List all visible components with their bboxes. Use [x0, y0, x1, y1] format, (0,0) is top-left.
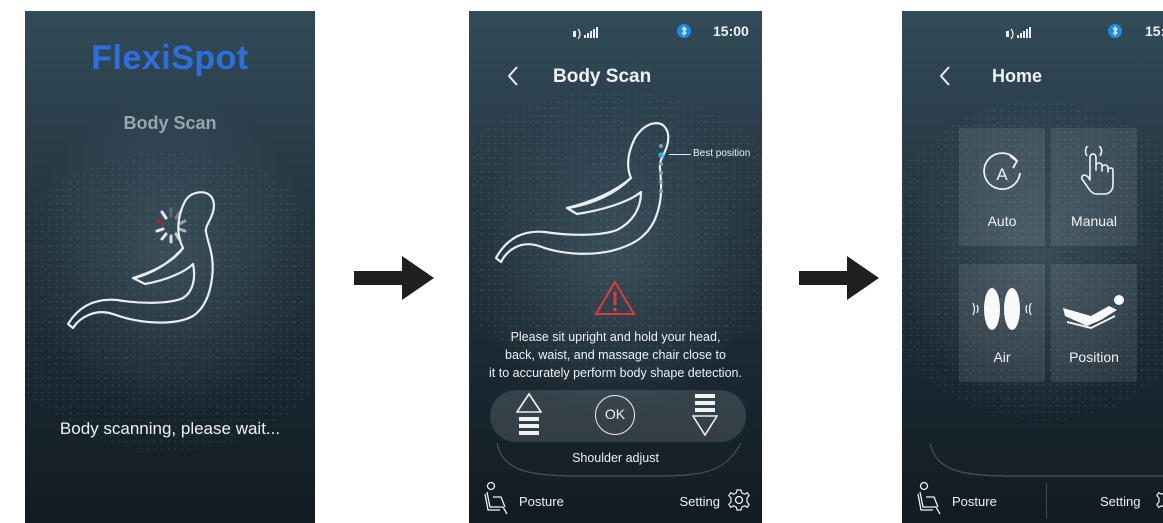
auto-mode-icon: A [983, 152, 1021, 190]
back-chevron-icon[interactable] [506, 65, 520, 87]
ok-label: OK [604, 406, 626, 422]
home-screen: 15:00 Home A Auto Manual Air [902, 11, 1163, 523]
posture-seat-icon [917, 481, 941, 515]
gear-icon [1156, 491, 1163, 509]
shoulder-up-button[interactable] [516, 392, 542, 438]
tile-position[interactable]: Position [1051, 264, 1137, 382]
instruction-line-1: Please sit upright and hold your head, [510, 330, 721, 344]
posture-nav-button[interactable]: Posture [481, 481, 571, 515]
posture-seat-icon [484, 481, 508, 515]
right-arrow-icon [354, 256, 434, 300]
bluetooth-icon [677, 24, 691, 38]
seated-body-outline-icon [66, 191, 216, 330]
bluetooth-icon [1108, 24, 1122, 38]
best-position-label: Best position [693, 148, 751, 159]
svg-text:A: A [996, 165, 1008, 184]
hand-touch-icon [1080, 146, 1114, 195]
status-time: 15:00 [713, 23, 749, 39]
page-title: Home [992, 66, 1043, 86]
signal-strength-icon [573, 27, 598, 39]
status-bar: 15:00 [469, 11, 762, 53]
body-scan-loading-screen: FlexiSpot Body Scan Body scanning, pleas… [25, 11, 315, 523]
air-pressure-icon [972, 288, 1032, 330]
tile-label: Position [1069, 349, 1119, 365]
warning-triangle-icon [594, 280, 636, 315]
posture-label: Posture [519, 494, 564, 509]
shoulder-down-button[interactable] [692, 392, 718, 438]
status-time: 15:00 [1145, 23, 1163, 39]
setting-label: Setting [679, 494, 720, 509]
tile-label: Auto [987, 213, 1017, 229]
instruction-line-3: it to accurately perform body shape dete… [489, 366, 742, 380]
setting-nav-button[interactable]: Setting [660, 481, 750, 515]
page-title: Body Scan [553, 66, 652, 87]
setting-label: Setting [1100, 494, 1141, 509]
shoulder-position-dots [658, 144, 664, 193]
right-arrow-icon [799, 256, 879, 300]
gear-icon [728, 489, 750, 511]
page-title: Body Scan [123, 113, 217, 133]
shoulder-adjust-control: OK [490, 390, 746, 442]
back-chevron-icon[interactable] [938, 65, 952, 87]
instruction-line-2: back, waist, and massage chair close to [505, 348, 726, 362]
tile-label: Air [993, 349, 1011, 365]
brand-logo: FlexiSpot [91, 39, 249, 77]
ok-button[interactable]: OK [595, 395, 635, 435]
recline-position-icon [1063, 295, 1124, 330]
bottom-nav: Posture Setting [902, 473, 1163, 523]
body-scan-adjust-screen: 15:00 Body Scan Best position Please sit… [469, 11, 762, 523]
tile-air[interactable]: Air [959, 264, 1045, 382]
posture-nav-button[interactable]: Posture [914, 481, 1004, 515]
scanning-message: Body scanning, please wait... [59, 419, 281, 438]
status-bar: 15:00 [902, 11, 1163, 53]
tile-auto[interactable]: A Auto [959, 128, 1045, 246]
tile-label: Manual [1071, 213, 1117, 229]
signal-strength-icon [1006, 27, 1031, 39]
setting-nav-button[interactable]: Setting [1092, 481, 1163, 515]
posture-label: Posture [952, 494, 997, 509]
best-position-line [669, 154, 691, 155]
bottom-nav: Posture Setting [469, 473, 762, 523]
tile-manual[interactable]: Manual [1051, 128, 1137, 246]
